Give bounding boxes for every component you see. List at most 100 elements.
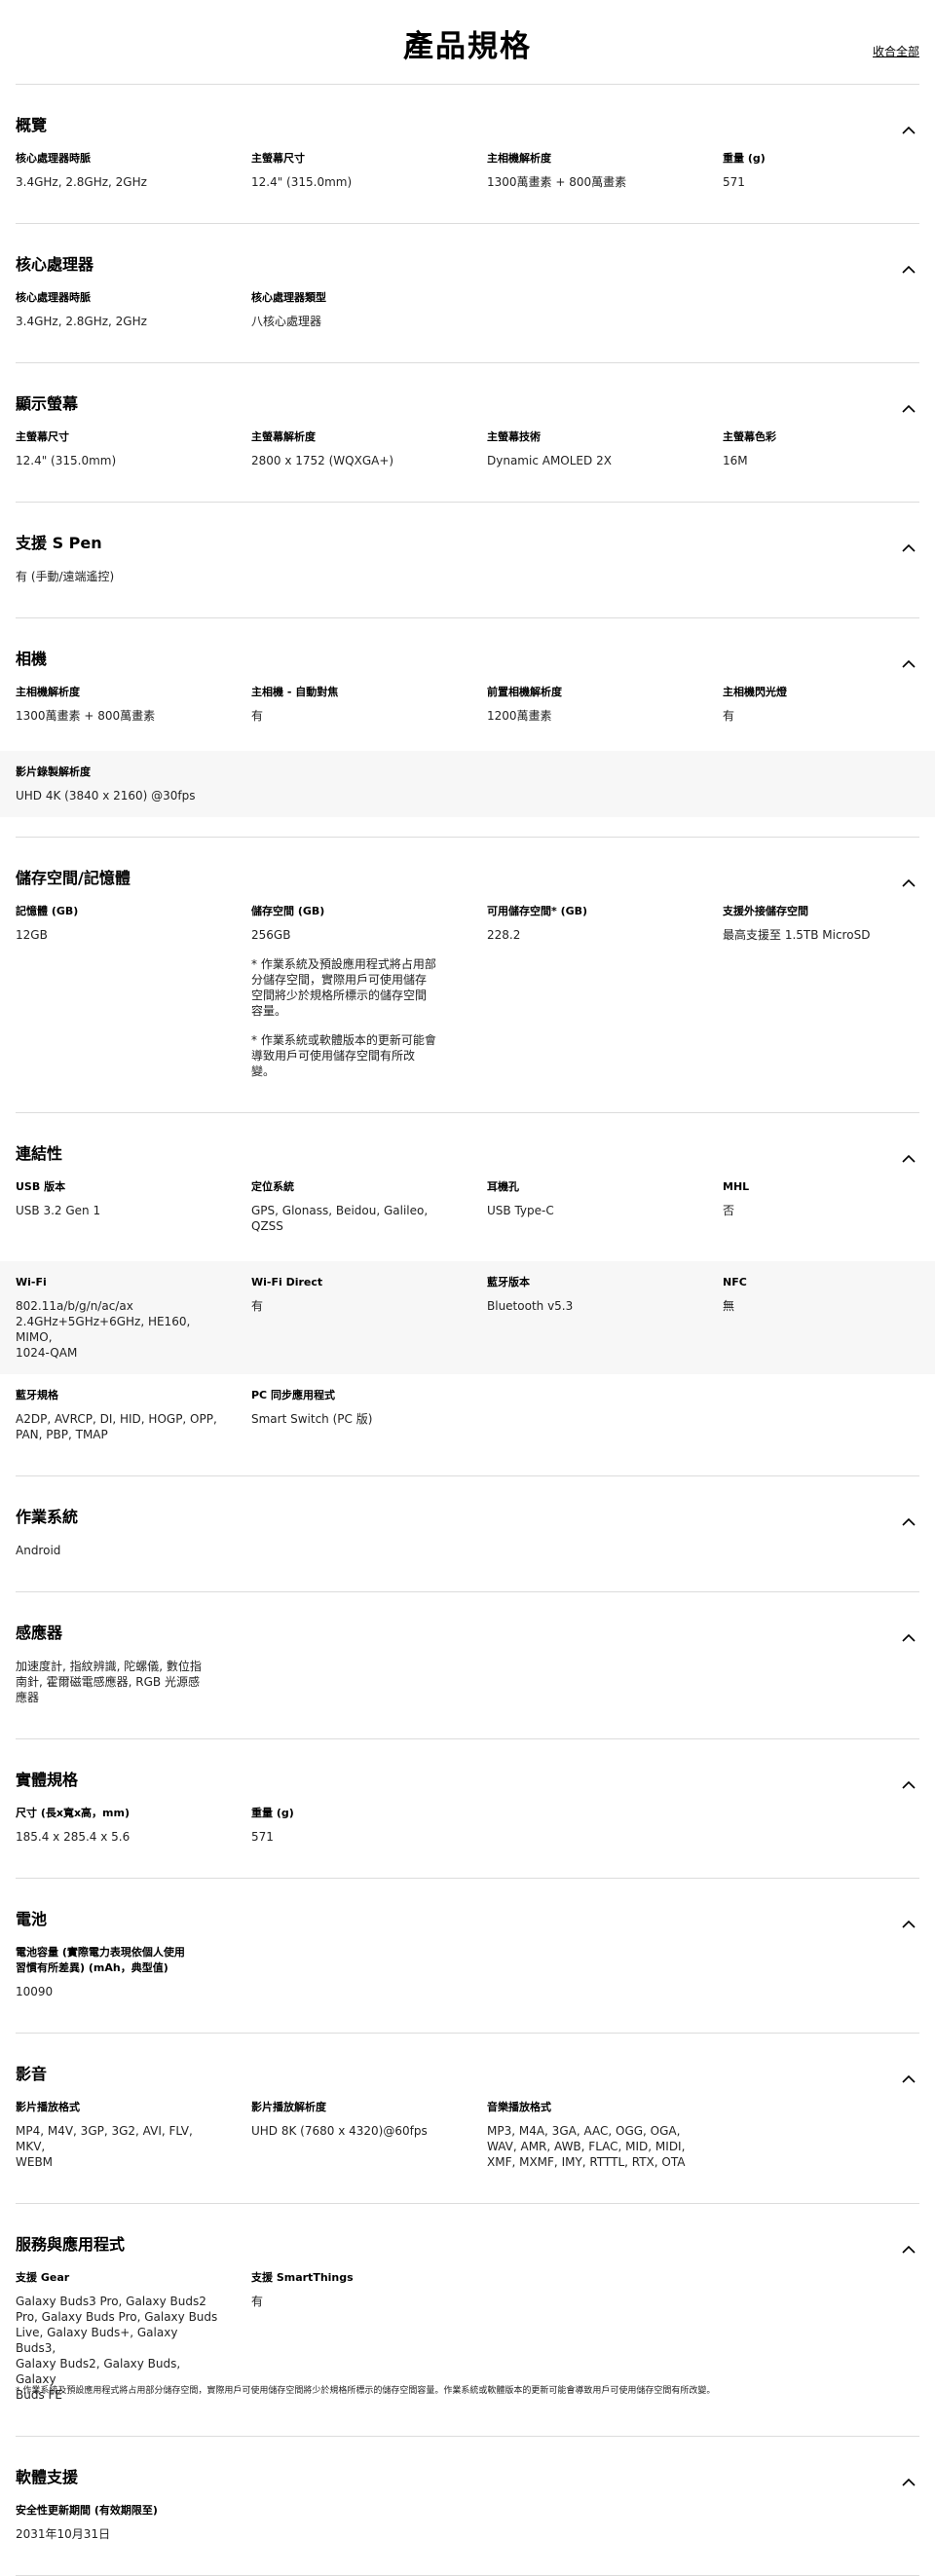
- spec-label: 電池容量 (實際電力表現依個人使用 習慣有所差異) (mAh，典型值): [16, 1946, 185, 1974]
- spec-item: 核心處理器類型 八核心處理器: [251, 290, 487, 329]
- section-header[interactable]: 感應器: [16, 1606, 919, 1655]
- spec-label: 主螢幕技術: [487, 430, 541, 443]
- spec-value: 228.2: [487, 928, 521, 942]
- section-header[interactable]: 作業系統: [16, 1490, 919, 1539]
- spec-row: 主相機解析度 1300萬畫素 + 800萬畫素 主相機 - 自動對焦有前置相機解析度…: [16, 685, 919, 737]
- section-title: 電池: [16, 1910, 48, 1928]
- section-header[interactable]: 支援 S Pen: [16, 516, 919, 565]
- chevron-up-icon[interactable]: [902, 398, 916, 413]
- spec-value: GPS, Glonass, Beidou, Galileo, QZSS: [251, 1204, 429, 1233]
- spec-item: 主螢幕色彩 16M: [723, 429, 919, 468]
- spec-label: 儲存空間 (GB): [251, 905, 325, 917]
- section-header[interactable]: 顯示螢幕: [16, 377, 919, 426]
- section-header[interactable]: 連結性: [16, 1127, 919, 1176]
- spec-label: 核心處理器類型: [251, 291, 326, 304]
- chevron-up-icon[interactable]: [902, 1774, 916, 1789]
- chevron-up-icon[interactable]: [902, 1148, 916, 1163]
- collapse-all-button[interactable]: 收合全部: [873, 43, 919, 59]
- spec-value: 2031年10月31日: [16, 2527, 111, 2541]
- spec-item: MHL 否: [723, 1179, 919, 1234]
- chevron-up-icon[interactable]: [902, 1512, 916, 1526]
- spec-section: 顯示螢幕 主螢幕尺寸 12.4" (315.0mm) 主螢幕解析度 2800 x 175…: [16, 377, 919, 503]
- chevron-up-icon[interactable]: [902, 1914, 916, 1928]
- spec-item: 音樂播放格式 MP3, M4A, 3GA, AAC, OGG, OGA, WAV,…: [487, 2100, 723, 2170]
- section-header[interactable]: 實體規格: [16, 1753, 919, 1802]
- section-title: 服務與應用程式: [16, 2235, 126, 2254]
- spec-item: 藍牙規格 A2DP, AVRCP, DI, HID, HOGP, OPP, PAN…: [16, 1388, 251, 1442]
- spec-value: UHD 8K (7680 x 4320)@60fps: [251, 2124, 428, 2138]
- chevron-up-icon[interactable]: [902, 2239, 916, 2254]
- spec-value: 最高支援至 1.5TB MicroSD: [723, 928, 871, 942]
- section-header[interactable]: 電池: [16, 1892, 919, 1941]
- spec-sections: 概覽 核心處理器時脈 3.4GHz, 2.8GHz, 2GHz 主螢幕尺寸 12.4" …: [0, 98, 935, 2576]
- section-header[interactable]: 軟體支援: [16, 2450, 919, 2499]
- chevron-up-icon[interactable]: [902, 1627, 916, 1642]
- chevron-up-icon[interactable]: [902, 2472, 916, 2486]
- spec-value: MP3, M4A, 3GA, AAC, OGG, OGA, WAV, AMR, …: [487, 2124, 686, 2169]
- spec-item: 有 (手動/遠端遙控): [16, 569, 251, 584]
- spec-label: 藍牙規格: [16, 1389, 58, 1401]
- spec-item: 核心處理器時脈 3.4GHz, 2.8GHz, 2GHz: [16, 151, 251, 190]
- spec-value: MP4, M4V, 3GP, 3G2, AVI, FLV, MKV, WEBM: [16, 2124, 193, 2169]
- spec-label: NFC: [723, 1276, 747, 1288]
- spec-label: 主螢幕尺寸: [251, 152, 305, 165]
- spec-label: 重量 (g): [251, 1807, 294, 1819]
- spec-section: 概覽核心處理器時脈 3.4GHz, 2.8GHz, 2GHz 主螢幕尺寸 12.4" …: [16, 98, 919, 224]
- spec-value: 802.11a/b/g/n/ac/ax 2.4GHz+5GHz+6GHz, HE…: [16, 1299, 191, 1360]
- footnote: * 作業系統及預設應用程式將占用部分儲存空間，實際用戶可使用儲存空間將少於規格所…: [16, 2386, 716, 2396]
- spec-label: 主相機閃光燈: [723, 686, 787, 698]
- spec-value: A2DP, AVRCP, DI, HID, HOGP, OPP, PAN, PB…: [16, 1412, 217, 1441]
- spec-item: 記憶體 (GB) 12GB: [16, 904, 251, 1079]
- chevron-up-icon[interactable]: [902, 259, 916, 274]
- chevron-up-icon[interactable]: [902, 120, 916, 134]
- spec-row: 影片播放格式 MP4, M4V, 3GP, 3G2, AVI, FLV, MKV,…: [16, 2100, 919, 2184]
- spec-label: 前置相機解析度: [487, 686, 562, 698]
- spec-value: 有: [251, 2295, 264, 2308]
- spec-item: 主相機 - 自動對焦有: [251, 685, 487, 724]
- spec-item: 電池容量 (實際電力表現依個人使用 習慣有所差異) (mAh，典型值) 10090: [16, 1945, 251, 1999]
- section-header[interactable]: 服務與應用程式: [16, 2218, 919, 2266]
- chevron-up-icon[interactable]: [902, 653, 916, 668]
- spec-page: 產品規格 收合全部 概覽 核心處理器時脈 3.4GHz, 2.8GHz, 2GHz 主…: [0, 0, 935, 2576]
- spec-header: 產品規格 收合全部: [16, 0, 919, 85]
- chevron-up-icon[interactable]: [902, 538, 916, 552]
- section-header[interactable]: 儲存空間/記憶體: [16, 851, 919, 900]
- section-header[interactable]: 相機: [16, 632, 919, 681]
- chevron-up-icon[interactable]: [902, 2069, 916, 2083]
- section-header[interactable]: 核心處理器: [16, 238, 919, 286]
- spec-row: 電池容量 (實際電力表現依個人使用 習慣有所差異) (mAh，典型值) 10090: [16, 1945, 919, 2013]
- spec-note: * 作業系統或軟體版本的更新可能會 導致用戶可使用儲存空間有所改 變。: [251, 1033, 436, 1078]
- spec-value: USB Type-C: [487, 1204, 554, 1217]
- spec-label: 主相機解析度: [487, 152, 551, 165]
- spec-value: 1300萬畫素 + 800萬畫素: [487, 175, 627, 189]
- spec-item: NFC 無: [723, 1275, 919, 1361]
- spec-section: 儲存空間/記憶體 記憶體 (GB) 12GB 儲存空間 (GB) 256GB * 作業系統…: [16, 851, 919, 1113]
- spec-value: Smart Switch (PC 版): [251, 1412, 373, 1426]
- spec-value: 否: [723, 1204, 735, 1217]
- section-title: 連結性: [16, 1144, 63, 1163]
- spec-item: 耳機孔 USB Type-C: [487, 1179, 723, 1234]
- spec-value: 有 (手動/遠端遙控): [16, 570, 115, 583]
- spec-item: 重量 (g) 571: [251, 1806, 487, 1845]
- spec-value: 10090: [16, 1985, 54, 1998]
- spec-item: 支援 Gear Galaxy Buds3 Pro, Galaxy Buds2 Pr…: [16, 2270, 251, 2403]
- spec-row: 主螢幕尺寸 12.4" (315.0mm) 主螢幕解析度 2800 x 1752 (W…: [16, 429, 919, 482]
- spec-label: 音樂播放格式: [487, 2101, 551, 2113]
- chevron-up-icon[interactable]: [902, 873, 916, 887]
- spec-label: 支援 Gear: [16, 2271, 70, 2284]
- spec-item: USB 版本 USB 3.2 Gen 1: [16, 1179, 251, 1234]
- section-title: 概覽: [16, 116, 48, 134]
- spec-label: Wi-Fi Direct: [251, 1276, 323, 1288]
- spec-item: 主螢幕技術 Dynamic AMOLED 2X: [487, 429, 723, 468]
- spec-label: 重量 (g): [723, 152, 766, 165]
- section-header[interactable]: 概覽: [16, 98, 919, 147]
- spec-item: 重量 (g) 571: [723, 151, 919, 190]
- spec-item: PC 同步應用程式 Smart Switch (PC 版): [251, 1388, 487, 1442]
- spec-label: 主螢幕尺寸: [16, 430, 69, 443]
- spec-section: 實體規格尺寸 (長x寬x高，mm) 185.4 x 285.4 x 5.6 重量 (…: [16, 1753, 919, 1879]
- spec-value: 12.4" (315.0mm): [251, 175, 353, 189]
- section-header[interactable]: 影音: [16, 2047, 919, 2096]
- spec-item: 尺寸 (長x寬x高，mm) 185.4 x 285.4 x 5.6: [16, 1806, 251, 1845]
- section-title: 相機: [16, 650, 48, 668]
- spec-label: MHL: [723, 1180, 750, 1193]
